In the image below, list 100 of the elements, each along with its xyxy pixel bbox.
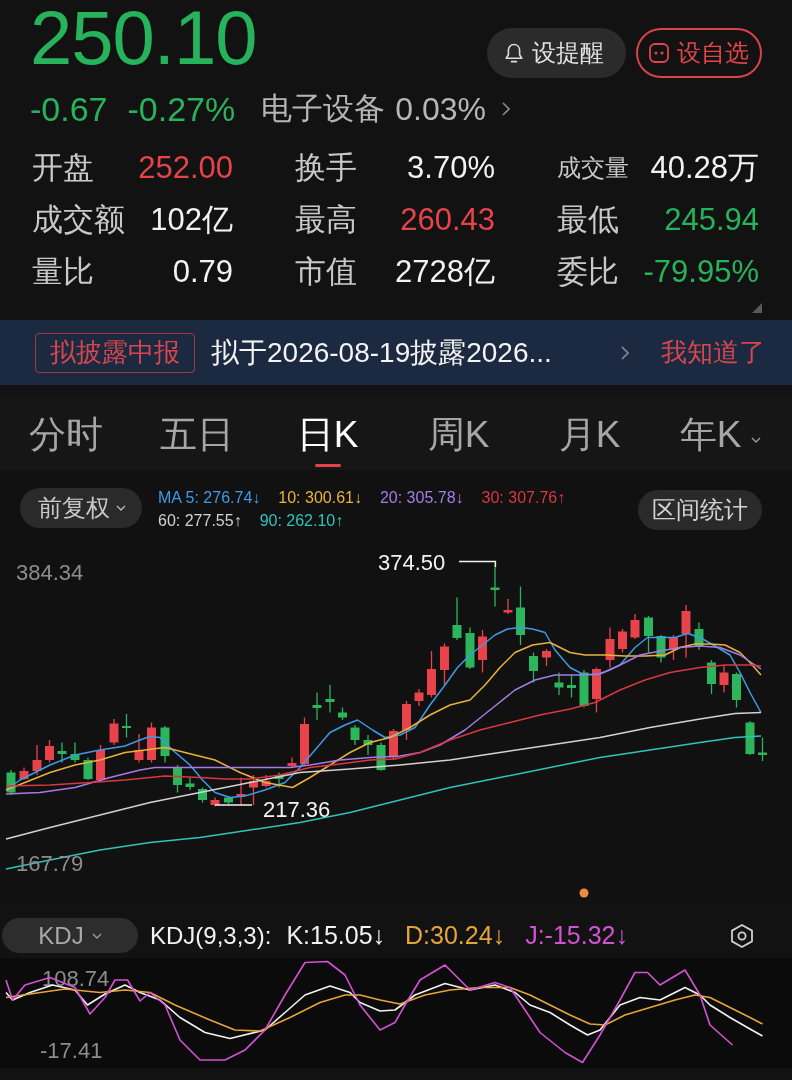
adjust-dropdown[interactable]: 前复权 [20,488,142,528]
stat-value: 102亿 [150,201,233,239]
candlestick [681,604,691,659]
axis-max-label: 384.34 [16,560,84,585]
settings-icon [731,924,753,948]
stat-label: 成交额 [32,201,125,239]
stat-label: 换手 [295,149,357,187]
candlestick [249,774,258,806]
candlestick [338,706,347,721]
add-watchlist-button[interactable]: 设自选 [636,28,762,78]
stat-label: 最低 [557,201,619,239]
candlestick [529,651,538,684]
candlestick [160,725,170,764]
stat-label: 开盘 [32,149,94,187]
candlestick [6,769,16,796]
candlestick [427,650,436,699]
candlestick [376,741,386,772]
candlestick [300,716,309,766]
low-price-label: 217.36 [263,797,331,822]
moving-average-value: 30: 307.76↑ [481,488,566,507]
candlestick [389,728,398,761]
stat-label: 量比 [32,253,94,291]
stat-value: 0.79 [172,254,233,290]
bell-icon [505,42,523,64]
period-tab[interactable]: 周K [427,395,490,470]
candlestick [109,718,119,746]
stat-label: 委比 [557,253,619,291]
candlestick [210,796,220,808]
candlestick [198,786,207,804]
caret-icon [116,505,126,511]
caret-icon [751,437,762,443]
moving-average-value: MA 5: 276.74↓ [158,488,261,507]
candlestick [134,733,144,764]
price-value: 250.10 [30,0,257,76]
candlestick [287,756,297,769]
stat-value: 2728亿 [395,253,495,291]
axis-max-label: 108.74 [42,966,110,991]
stat-value: 245.94 [664,202,759,238]
candlestick [173,764,182,794]
candlestick [440,642,449,686]
moving-average-value: 90: 262.10↑ [259,511,344,530]
candlestick [542,648,551,667]
indicator-value: D:30.24↓ [405,920,506,951]
indicator-value: J:-15.32↓ [525,920,628,951]
candlestick [567,674,576,699]
stat-value: -79.95% [643,254,759,290]
period-tab[interactable]: 五日 [159,395,234,470]
candlestick [57,741,67,764]
notice-link[interactable]: 拟于2026-08-19披露2026... [211,333,552,372]
sector-name[interactable]: 电子设备 [261,88,386,130]
candlestick [32,744,42,776]
candlestick [516,585,525,646]
chevron-right-icon [501,102,510,116]
candlestick [490,561,500,608]
high-price-label: 374.50 [378,550,446,575]
candlestick [312,691,322,721]
stat-value: 40.28万 [650,149,759,187]
candlestick [274,771,284,789]
candlestick [719,664,729,694]
candlestick [185,776,195,791]
candlestick [694,621,704,651]
stat-label: 成交量 [557,153,629,183]
candlestick [478,629,487,674]
candlestick [83,756,93,781]
stat-label: 最高 [295,201,357,239]
percent-change: -0.27% [127,89,236,130]
period-tab[interactable]: 年K [679,395,762,470]
corner-triangle-icon [752,303,762,313]
candlestick [669,634,678,661]
stat-value: 260.43 [400,202,495,238]
candlestick [19,766,29,781]
candlestick [707,659,716,695]
candlestick [732,671,741,709]
sector-change: 0.03% [395,90,486,129]
indicator-dropdown[interactable]: KDJ [2,918,138,953]
range-stats-button[interactable]: 区间统计 [638,490,762,530]
moving-average-value: 10: 300.61↓ [278,488,362,507]
period-tab[interactable]: 分时 [28,395,103,470]
candlestick [363,734,373,756]
candlestick [224,795,233,805]
candlestick [554,671,564,696]
axis-min-label: -17.41 [40,1038,103,1063]
candlestick [350,724,360,746]
candlestick [579,669,589,709]
candlestick [325,684,335,714]
stat-value: 3.70% [407,150,495,186]
moving-average-value: 20: 305.78↓ [379,488,464,507]
candlestick [452,596,462,641]
candlestick [414,688,424,707]
period-tab[interactable]: 月K [558,395,621,470]
marker-dot-icon [579,888,589,898]
candlestick [592,666,601,714]
chevron-right-icon [621,345,629,360]
period-tab[interactable]: 日K [296,395,359,470]
candlestick [402,700,411,741]
candlestick [618,628,627,654]
candlestick [96,744,105,784]
indicator-title: KDJ(9,3,3): [150,921,272,951]
candlestick [630,613,640,640]
set-alert-button[interactable]: 设提醒 [487,28,626,78]
